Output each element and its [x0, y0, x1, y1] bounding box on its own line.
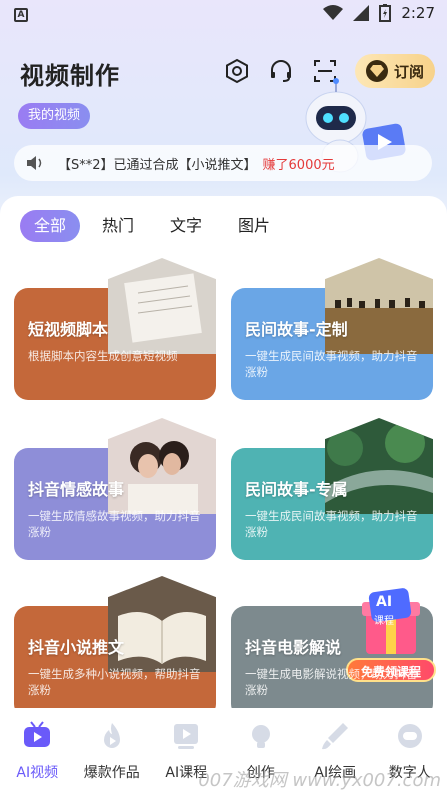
promo-sub: 课程 — [374, 616, 394, 627]
nav-label: AI视频 — [16, 765, 59, 781]
card-douyin-emotion-story[interactable]: 抖音情感故事 一键生成情感故事视频，助力抖音涨粉 — [14, 448, 216, 560]
bulb-icon — [251, 725, 270, 748]
tv-icon — [24, 721, 51, 747]
status-bar: A 2:27 — [0, 0, 447, 30]
card-short-video-script[interactable]: 短视频脚本 根据脚本内容生成创意短视频 — [14, 288, 216, 400]
card-folk-story-exclusive[interactable]: 民间故事-专属 一键生成民间故事视频，助力抖音涨粉 — [231, 448, 433, 560]
card-douyin-novel-promo[interactable]: 抖音小说推文 一键生成多种小说视频，帮助抖音涨粉 — [14, 606, 216, 718]
notice-bar: 【S**2】已通过合成【小说推文】 赚了6000元 — [14, 145, 432, 181]
card-title: 民间故事-专属 — [245, 480, 348, 499]
card-description: 一键生成电影解说视频，助力抖音涨粉 — [245, 667, 418, 697]
card-title: 民间故事-定制 — [245, 320, 348, 339]
category-tabs: 全部 热门 文字 图片 — [20, 210, 284, 242]
card-title: 短视频脚本 — [28, 320, 109, 339]
card-title: 抖音电影解说 — [245, 638, 342, 657]
tab-image[interactable]: 图片 — [224, 210, 284, 242]
card-description: 根据脚本内容生成创意短视频 — [28, 349, 178, 363]
fire-icon — [103, 723, 120, 748]
card-description: 一键生成多种小说视频，帮助抖音涨粉 — [28, 667, 201, 697]
wifi-icon — [323, 5, 344, 20]
app-notification-icon: A — [14, 8, 28, 22]
card-photo-notebook — [108, 258, 216, 354]
promo-badge: AI — [376, 594, 393, 610]
notice-text: 【S**2】已通过合成【小说推文】 — [58, 157, 257, 173]
speaker-icon — [27, 156, 42, 170]
card-title: 抖音小说推文 — [28, 638, 125, 657]
card-description: 一键生成民间故事视频，助力抖音涨粉 — [245, 349, 418, 379]
card-description: 一键生成民间故事视频，助力抖音涨粉 — [245, 509, 418, 539]
my-video-button[interactable]: 我的视频 — [18, 103, 91, 129]
tab-text[interactable]: 文字 — [156, 210, 216, 242]
settings-hexagon-icon[interactable] — [224, 58, 250, 84]
status-time: 2:27 — [401, 4, 435, 22]
notice-earn: 赚了6000元 — [262, 157, 335, 173]
nav-ai-video[interactable]: AI视频 — [0, 720, 74, 796]
play-icon — [174, 724, 199, 749]
card-photo-open-book — [108, 576, 216, 672]
brush-icon — [322, 723, 349, 750]
card-photo-couple — [108, 418, 216, 514]
tab-hot[interactable]: 热门 — [88, 210, 148, 242]
signal-icon — [353, 5, 370, 21]
page-title: 视频制作 — [20, 62, 120, 90]
nav-hot-works[interactable]: 爆款作品 — [75, 720, 149, 796]
tab-all[interactable]: 全部 — [20, 210, 81, 242]
nav-label: 爆款作品 — [83, 765, 140, 781]
card-description: 一键生成情感故事视频，助力抖音涨粉 — [28, 509, 201, 539]
robot-icon — [397, 724, 422, 748]
card-title: 抖音情感故事 — [28, 480, 125, 499]
watermark: 007游戏网 www.yx007.com — [198, 770, 441, 791]
headset-icon[interactable] — [268, 58, 294, 84]
battery-icon — [379, 4, 392, 22]
card-folk-story-custom[interactable]: 民间故事-定制 一键生成民间故事视频，助力抖音涨粉 — [231, 288, 433, 400]
